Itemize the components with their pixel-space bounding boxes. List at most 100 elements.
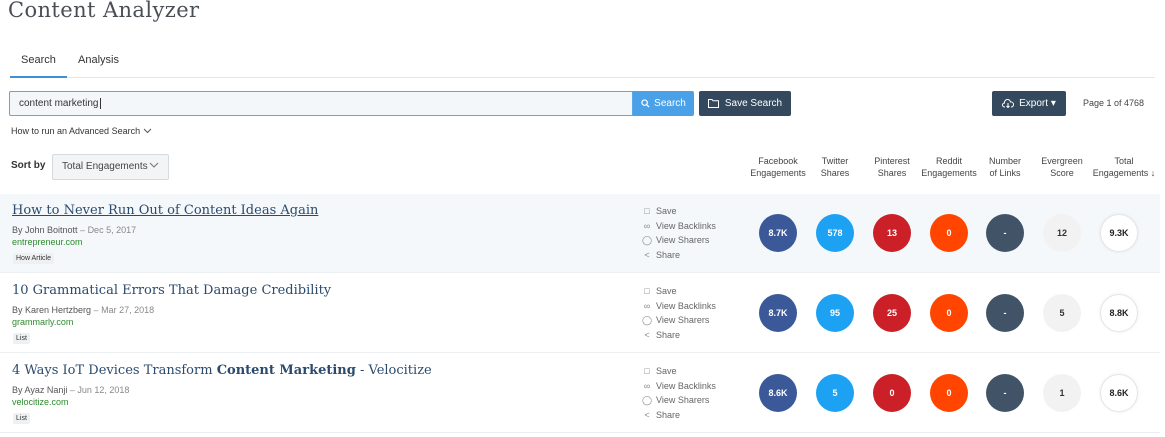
column-header-total[interactable]: Total Engagements ↓ xyxy=(1089,155,1159,179)
share-action-label: Share xyxy=(656,249,681,260)
reddit-metric-circle[interactable]: 0 xyxy=(930,374,968,412)
result-actions: □ Save ∞ View Backlinks ◯ View Sharers < Sha… xyxy=(642,284,716,342)
export-label: Export ▾ xyxy=(1019,98,1056,109)
evergreen-metric-circle[interactable]: 1 xyxy=(1043,374,1081,412)
reddit-metric-circle[interactable]: 0 xyxy=(930,294,968,332)
view-sharers-label: View Sharers xyxy=(656,395,710,405)
evergreen-metric-circle[interactable]: 12 xyxy=(1043,214,1081,252)
chevron-down-icon xyxy=(149,162,159,168)
view-backlinks-action[interactable]: ∞ View Backlinks xyxy=(642,219,716,234)
save-action[interactable]: □ Save xyxy=(642,364,716,379)
view-sharers-label: View Sharers xyxy=(656,235,710,245)
link-icon: ∞ xyxy=(643,220,651,231)
result-domain-link[interactable]: grammarly.com xyxy=(12,317,73,327)
result-domain-link[interactable]: entrepreneur.com xyxy=(12,237,83,247)
view-sharers-action[interactable]: ◯ View Sharers xyxy=(642,313,716,328)
result-title-link[interactable]: 4 Ways IoT Devices Transform Content Mar… xyxy=(12,363,432,378)
result-row: 4 Ways IoT Devices Transform Content Mar… xyxy=(0,354,1160,433)
link-icon: ∞ xyxy=(643,380,651,391)
view-sharers-label: View Sharers xyxy=(656,315,710,325)
links-metric-circle[interactable]: - xyxy=(986,214,1024,252)
facebook-metric-circle[interactable]: 8.7K xyxy=(759,214,797,252)
view-backlinks-label: View Backlinks xyxy=(656,300,716,311)
share-action[interactable]: < Share xyxy=(642,248,716,263)
result-title-keyword: Content Marketing xyxy=(216,363,356,378)
facebook-metric-value: 8.6K xyxy=(768,388,788,398)
tab-search[interactable]: Search xyxy=(10,54,67,78)
result-author: By John Boitnott xyxy=(12,225,78,235)
search-input[interactable]: content marketing xyxy=(9,91,633,116)
result-domain-link[interactable]: velocitize.com xyxy=(12,397,69,407)
reddit-metric-value: 0 xyxy=(946,388,952,398)
save-action[interactable]: □ Save xyxy=(642,284,716,299)
total-metric-circle[interactable]: 8.8K xyxy=(1100,294,1138,332)
result-byline: By Karen Hertzberg – Mar 27, 2018 xyxy=(12,305,154,315)
result-row: How to Never Run Out of Content Ideas Ag… xyxy=(0,194,1160,273)
column-header-line: Engagements ↓ xyxy=(1092,168,1156,178)
result-title-link[interactable]: How to Never Run Out of Content Ideas Ag… xyxy=(12,203,318,218)
pinterest-metric-circle[interactable]: 25 xyxy=(873,294,911,332)
reddit-metric-circle[interactable]: 0 xyxy=(930,214,968,252)
result-date-separator: – xyxy=(67,385,78,395)
share-action[interactable]: < Share xyxy=(642,328,716,343)
advanced-search-link[interactable]: How to run an Advanced Search xyxy=(11,126,152,136)
sort-select[interactable]: Total Engagements xyxy=(52,154,169,180)
column-header-line: Evergreen xyxy=(1041,156,1083,166)
twitter-metric-value: 95 xyxy=(829,308,840,318)
result-type-badge: List xyxy=(13,413,30,424)
reddit-metric-value: 0 xyxy=(946,228,952,238)
total-metric-value: 8.6K xyxy=(1109,388,1129,398)
column-header-evergreen[interactable]: Evergreen Score xyxy=(1027,155,1097,179)
result-date: Dec 5, 2017 xyxy=(87,225,137,235)
save-search-label: Save Search xyxy=(724,98,783,109)
total-metric-circle[interactable]: 8.6K xyxy=(1100,374,1138,412)
export-button[interactable]: Export ▾ xyxy=(992,91,1066,116)
pinterest-metric-value: 13 xyxy=(886,228,897,238)
evergreen-metric-value: 12 xyxy=(1056,228,1067,238)
chevron-down-icon xyxy=(143,128,151,134)
links-metric-circle[interactable]: - xyxy=(986,294,1024,332)
pinterest-metric-value: 25 xyxy=(886,308,897,318)
link-icon: ∞ xyxy=(643,300,651,311)
search-button[interactable]: Search xyxy=(633,91,694,116)
total-metric-circle[interactable]: 9.3K xyxy=(1100,214,1138,252)
view-sharers-action[interactable]: ◯ View Sharers xyxy=(642,233,716,248)
share-action-label: Share xyxy=(656,409,681,420)
result-title-text: 10 Grammatical Errors That Damage Credib… xyxy=(12,283,332,298)
search-input-value: content marketing xyxy=(19,98,99,109)
links-metric-circle[interactable]: - xyxy=(986,374,1024,412)
user-icon: ◯ xyxy=(642,395,653,405)
save-search-button[interactable]: Save Search xyxy=(699,91,791,116)
view-sharers-action[interactable]: ◯ View Sharers xyxy=(642,393,716,408)
evergreen-metric-value: 1 xyxy=(1059,388,1065,398)
total-metric-value: 8.8K xyxy=(1109,308,1129,318)
save-action-label: Save xyxy=(656,206,677,216)
tab-analysis[interactable]: Analysis xyxy=(78,54,119,66)
share-action[interactable]: < Share xyxy=(642,408,716,423)
view-backlinks-action[interactable]: ∞ View Backlinks xyxy=(642,379,716,394)
search-icon xyxy=(641,99,650,108)
tab-bar: Search Analysis xyxy=(10,46,1155,78)
twitter-metric-circle[interactable]: 5 xyxy=(816,374,854,412)
view-backlinks-action[interactable]: ∞ View Backlinks xyxy=(642,299,716,314)
twitter-metric-circle[interactable]: 95 xyxy=(816,294,854,332)
evergreen-metric-circle[interactable]: 5 xyxy=(1043,294,1081,332)
result-date-separator: – xyxy=(77,225,88,235)
result-title-link[interactable]: 10 Grammatical Errors That Damage Credib… xyxy=(12,283,331,298)
save-action[interactable]: □ Save xyxy=(642,204,716,219)
pinterest-metric-circle[interactable]: 0 xyxy=(873,374,911,412)
save-action-label: Save xyxy=(656,366,677,376)
twitter-metric-circle[interactable]: 578 xyxy=(816,214,854,252)
facebook-metric-value: 8.7K xyxy=(768,228,788,238)
result-title-tail: - Velocitize xyxy=(355,363,432,378)
facebook-metric-circle[interactable]: 8.7K xyxy=(759,294,797,332)
bookmark-icon: □ xyxy=(644,206,650,216)
facebook-metric-circle[interactable]: 8.6K xyxy=(759,374,797,412)
column-header-line: Score xyxy=(1050,168,1074,178)
page-count: Page 1 of 4768 xyxy=(1083,98,1145,108)
reddit-metric-value: 0 xyxy=(946,308,952,318)
result-actions: □ Save ∞ View Backlinks ◯ View Sharers < Sha… xyxy=(642,204,716,262)
result-author: By Ayaz Nanji xyxy=(12,385,68,395)
text-cursor xyxy=(99,98,101,109)
pinterest-metric-circle[interactable]: 13 xyxy=(873,214,911,252)
